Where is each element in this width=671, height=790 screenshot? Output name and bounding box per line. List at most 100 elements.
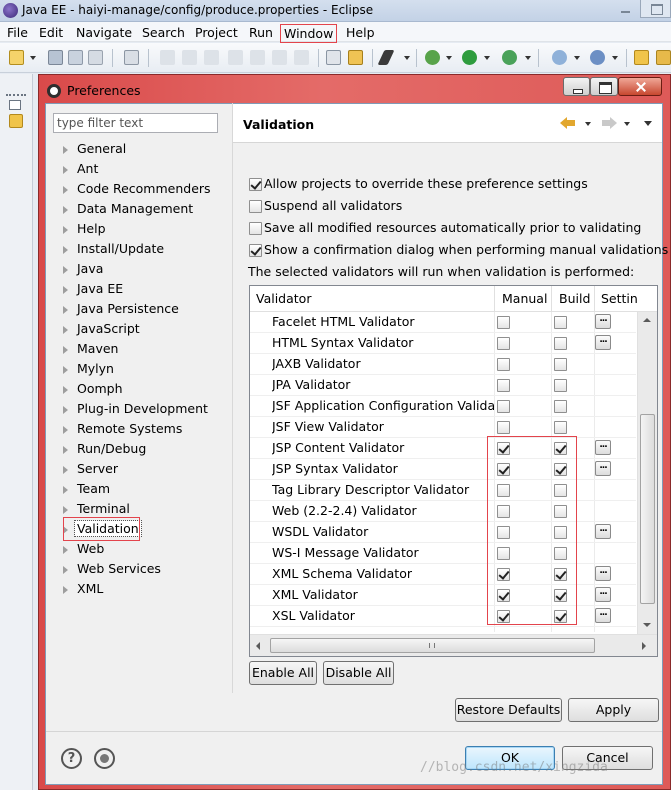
resume-icon[interactable] xyxy=(160,50,175,65)
step-return-icon[interactable] xyxy=(294,50,309,65)
table-row[interactable]: WSDL Validator... xyxy=(250,522,636,543)
tree-item-install-update[interactable]: Install/Update xyxy=(53,240,233,260)
tree-item-code-recommenders[interactable]: Code Recommenders xyxy=(53,180,233,200)
pen-dropdown-icon[interactable] xyxy=(404,56,410,60)
back-dropdown-icon[interactable] xyxy=(585,122,591,126)
column-header-manual[interactable]: Manual xyxy=(502,291,547,306)
build-checkbox[interactable] xyxy=(554,379,567,392)
debug-icon[interactable] xyxy=(425,50,440,65)
tree-item-java-ee[interactable]: Java EE xyxy=(53,280,233,300)
menu-project[interactable]: Project xyxy=(192,24,241,41)
disable-all-button[interactable]: Disable All xyxy=(323,661,394,685)
build-checkbox[interactable] xyxy=(554,316,567,329)
sash-divider[interactable] xyxy=(232,103,233,693)
tree-item-maven[interactable]: Maven xyxy=(53,340,233,360)
expand-arrow-icon[interactable] xyxy=(63,266,68,274)
expand-arrow-icon[interactable] xyxy=(63,446,68,454)
table-row[interactable]: Tag Library Descriptor Validator xyxy=(250,480,636,501)
validator-settings-button[interactable]: ... xyxy=(595,335,611,350)
pen-icon[interactable] xyxy=(377,50,395,65)
tree-item-oomph[interactable]: Oomph xyxy=(53,380,233,400)
vertical-scroll-thumb[interactable] xyxy=(640,414,655,604)
save-resources-checkbox[interactable] xyxy=(249,222,262,235)
table-row[interactable]: JAXB Validator xyxy=(250,354,636,375)
column-divider[interactable] xyxy=(494,286,495,312)
save-icon[interactable] xyxy=(48,50,63,65)
expand-arrow-icon[interactable] xyxy=(63,206,68,214)
table-row[interactable]: Facelet HTML Validator... xyxy=(250,312,636,333)
print-icon[interactable] xyxy=(88,50,103,65)
tree-item-team[interactable]: Team xyxy=(53,480,233,500)
vertical-scrollbar[interactable] xyxy=(637,312,657,634)
tree-item-xml[interactable]: XML xyxy=(53,580,233,600)
validator-settings-button[interactable]: ... xyxy=(595,440,611,455)
expand-arrow-icon[interactable] xyxy=(63,586,68,594)
column-header-build[interactable]: Build xyxy=(559,291,590,306)
back-arrow-icon[interactable] xyxy=(560,117,576,129)
forward-arrow-icon[interactable] xyxy=(601,117,617,129)
run-dropdown-icon[interactable] xyxy=(484,56,490,60)
manual-checkbox[interactable] xyxy=(497,400,510,413)
run-external-icon[interactable] xyxy=(502,50,517,65)
import-export-prefs-icon[interactable] xyxy=(94,748,115,769)
validator-settings-button[interactable]: ... xyxy=(595,461,611,476)
column-header-validator[interactable]: Validator xyxy=(256,291,311,306)
table-row[interactable]: JSF View Validator xyxy=(250,417,636,438)
validator-settings-button[interactable]: ... xyxy=(595,314,611,329)
new-class-icon[interactable] xyxy=(590,50,605,65)
external-tools-dropdown-icon[interactable] xyxy=(525,56,531,60)
table-row[interactable]: HTML Syntax Validator... xyxy=(250,333,636,354)
build-checkbox[interactable] xyxy=(554,358,567,371)
new-class-dropdown-icon[interactable] xyxy=(612,56,618,60)
tree-item-ant[interactable]: Ant xyxy=(53,160,233,180)
validator-settings-button[interactable]: ... xyxy=(595,566,611,581)
step-over-icon[interactable] xyxy=(272,50,287,65)
manual-checkbox[interactable] xyxy=(497,421,510,434)
expand-arrow-icon[interactable] xyxy=(63,346,68,354)
apply-button[interactable]: Apply xyxy=(568,698,659,722)
scroll-right-arrow-icon[interactable] xyxy=(642,642,646,650)
manual-checkbox[interactable] xyxy=(497,337,510,350)
menu-run[interactable]: Run xyxy=(246,24,276,41)
tree-item-web-services[interactable]: Web Services xyxy=(53,560,233,580)
scroll-up-arrow-icon[interactable] xyxy=(643,318,651,322)
expand-arrow-icon[interactable] xyxy=(63,386,68,394)
tree-item-general[interactable]: General xyxy=(53,140,233,160)
menu-help[interactable]: Help xyxy=(343,24,378,41)
table-row[interactable]: XML Validator... xyxy=(250,585,636,606)
expand-arrow-icon[interactable] xyxy=(63,286,68,294)
column-divider[interactable] xyxy=(551,286,552,312)
menu-window[interactable]: Window xyxy=(280,24,338,43)
expand-arrow-icon[interactable] xyxy=(63,426,68,434)
tree-item-java[interactable]: Java xyxy=(53,260,233,280)
expand-arrow-icon[interactable] xyxy=(63,546,68,554)
table-row[interactable]: JSP Content Validator... xyxy=(250,438,636,459)
allow-override-checkbox[interactable] xyxy=(249,178,262,191)
open-type-icon[interactable] xyxy=(634,50,649,65)
tree-item-java-persistence[interactable]: Java Persistence xyxy=(53,300,233,320)
tree-item-plug-in-development[interactable]: Plug-in Development xyxy=(53,400,233,420)
terminate-icon[interactable] xyxy=(204,50,219,65)
new-dropdown-icon[interactable] xyxy=(574,56,580,60)
tree-item-run-debug[interactable]: Run/Debug xyxy=(53,440,233,460)
column-header-settings[interactable]: Settin xyxy=(601,291,638,306)
validator-settings-button[interactable]: ... xyxy=(595,587,611,602)
build-checkbox[interactable] xyxy=(554,400,567,413)
build-checkbox[interactable] xyxy=(554,337,567,350)
validator-settings-button[interactable]: ... xyxy=(595,524,611,539)
horizontal-scroll-thumb[interactable] xyxy=(270,638,595,653)
dialog-maximize-button[interactable] xyxy=(590,77,618,96)
table-row[interactable]: JPA Validator xyxy=(250,375,636,396)
expand-arrow-icon[interactable] xyxy=(63,406,68,414)
manual-checkbox[interactable] xyxy=(497,316,510,329)
expand-arrow-icon[interactable] xyxy=(63,466,68,474)
manual-checkbox[interactable] xyxy=(497,379,510,392)
enable-all-button[interactable]: Enable All xyxy=(249,661,317,685)
table-row[interactable]: WS-I Message Validator xyxy=(250,543,636,564)
table-row[interactable]: XSL Validator... xyxy=(250,606,636,627)
restore-defaults-button[interactable]: Restore Defaults xyxy=(455,698,562,722)
dialog-minimize-button[interactable] xyxy=(563,77,590,96)
tree-item-mylyn[interactable]: Mylyn xyxy=(53,360,233,380)
tree-item-remote-systems[interactable]: Remote Systems xyxy=(53,420,233,440)
search-icon[interactable] xyxy=(656,50,671,65)
